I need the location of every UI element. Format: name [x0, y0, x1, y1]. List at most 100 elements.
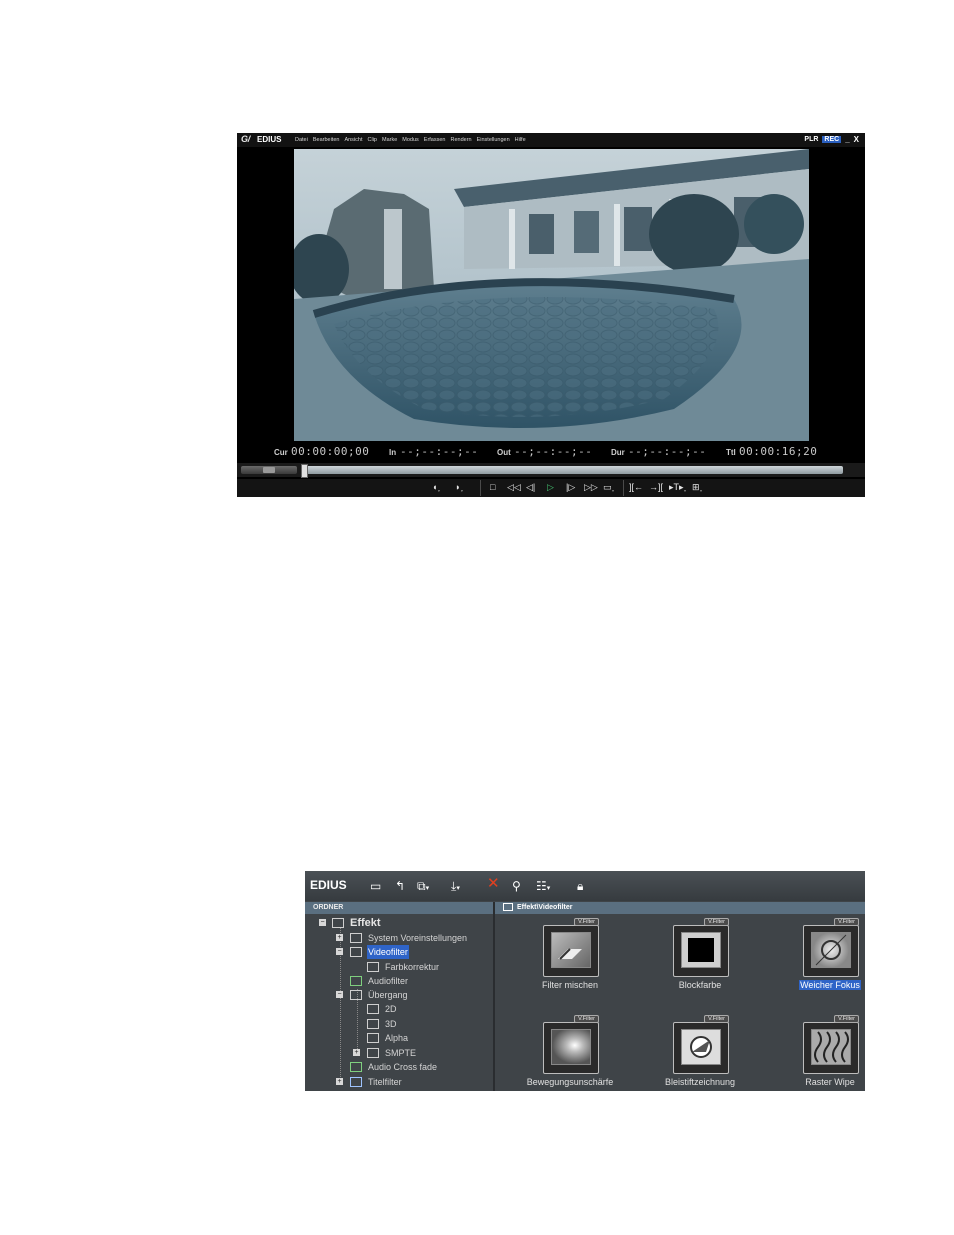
step-forward-icon[interactable]: |▷	[566, 482, 575, 493]
set-out-icon[interactable]: ◗˯	[455, 482, 463, 493]
collapse-icon[interactable]: −	[319, 919, 326, 926]
fast-forward-icon[interactable]: ▷▷	[584, 482, 598, 493]
menu-bearbeiten[interactable]: Bearbeiten	[313, 137, 340, 143]
expand-icon[interactable]: +	[353, 1049, 360, 1056]
bin-window: EDIUS ▭ ↰ ⧉▾ ⤓▾ ✕ ⚲ ☷▾ 🔒︎ ORDNER Effekt\…	[305, 871, 865, 1091]
split-icon[interactable]: ▸T▸˯	[669, 482, 687, 493]
expand-icon[interactable]: +	[336, 934, 343, 941]
menu-ansicht[interactable]: Ansicht	[344, 137, 362, 143]
motion-blur-icon: V.Filter	[541, 1014, 599, 1074]
filter-mix-icon: V.Filter	[541, 917, 599, 977]
rewind-icon[interactable]: ◁◁	[507, 482, 521, 493]
export-icon[interactable]: ⊞˯	[692, 482, 703, 493]
collapse-icon[interactable]: −	[336, 991, 343, 998]
rec-button[interactable]: REC	[822, 136, 842, 143]
tree-label: Übergang	[368, 990, 408, 1000]
vfilter-tag: V.Filter	[574, 918, 599, 926]
vfilter-tag: V.Filter	[834, 1015, 859, 1023]
tree-label: Videofilter	[367, 945, 409, 959]
effect-preview	[811, 1029, 851, 1065]
menu-rendern[interactable]: Rendern	[451, 137, 472, 143]
set-in-icon[interactable]: ◖˯	[432, 482, 440, 493]
effect-preview	[681, 1029, 721, 1065]
effect-tile-filter-mischen[interactable]: V.Filter Filter mischen	[505, 917, 625, 997]
video-preview	[294, 149, 809, 441]
tree-label: 2D	[385, 1004, 397, 1014]
menu-einstellungen[interactable]: Einstellungen	[477, 137, 510, 143]
plr-button[interactable]: PLR	[804, 136, 818, 143]
effect-preview	[551, 932, 591, 968]
timecode-bar: Cur 00:00:00;00 In --;--:--;-- Out --;--…	[237, 444, 865, 460]
folder-icon	[367, 962, 379, 972]
collapse-icon[interactable]: −	[336, 948, 343, 955]
folder-icon	[367, 1004, 379, 1014]
effect-name: Bewegungsunschärfe	[526, 1077, 614, 1087]
menu-bar: G/ EDIUS Datei Bearbeiten Ansicht Clip M…	[237, 133, 865, 147]
effect-tile-bewegungsunschaerfe[interactable]: V.Filter Bewegungsunschärfe	[505, 1014, 625, 1091]
play-icon[interactable]: ▷	[547, 482, 554, 493]
menu-datei[interactable]: Datei	[295, 137, 308, 143]
tree-label: Audiofilter	[368, 976, 409, 986]
dur-timecode[interactable]: --;--:--;--	[628, 445, 706, 458]
cur-timecode[interactable]: 00:00:00;00	[291, 445, 369, 458]
overwrite-icon[interactable]: →][	[649, 482, 663, 493]
block-color-icon: V.Filter	[671, 917, 729, 977]
app-logo: EDIUS	[257, 135, 282, 144]
vfilter-tag: V.Filter	[574, 1015, 599, 1023]
new-folder-icon[interactable]: ▭	[370, 879, 381, 893]
film-frame	[543, 1022, 599, 1074]
effect-tile-raster-wipe[interactable]: V.Filter Raster Wipe	[765, 1014, 865, 1091]
expand-icon[interactable]: +	[336, 1078, 343, 1085]
tree-label: Effekt	[350, 917, 381, 929]
mode-controls: PLR REC _ X	[804, 135, 859, 144]
effect-name: Weicher Fokus	[765, 980, 865, 990]
folder-icon	[367, 1048, 379, 1058]
playhead-handle[interactable]	[301, 464, 308, 478]
effect-tile-blockfarbe[interactable]: V.Filter Blockfarbe	[635, 917, 755, 997]
audio-folder-icon	[350, 976, 362, 986]
menu-marke[interactable]: Marke	[382, 137, 397, 143]
shuttle-slider[interactable]	[241, 466, 297, 474]
menu-erfassen[interactable]: Erfassen	[424, 137, 446, 143]
tree-label: System Voreinstellungen	[368, 933, 468, 943]
menu-list: Datei Bearbeiten Ansicht Clip Marke Modu…	[295, 137, 526, 143]
close-button[interactable]: X	[854, 135, 859, 144]
vfilter-tag: V.Filter	[704, 918, 729, 926]
effect-preview	[811, 932, 851, 968]
out-timecode[interactable]: --;--:--;--	[514, 445, 592, 458]
gv-logo-icon: G/	[241, 134, 250, 144]
film-frame	[803, 1022, 859, 1074]
effect-preview	[681, 932, 721, 968]
effect-tile-weicher-fokus[interactable]: V.Filter Weicher Fokus	[765, 917, 865, 997]
menu-hilfe[interactable]: Hilfe	[515, 137, 526, 143]
up-folder-icon[interactable]: ↰	[395, 879, 405, 893]
loop-icon[interactable]: ▭˯	[603, 482, 615, 493]
effect-preview	[551, 1029, 591, 1065]
menu-clip[interactable]: Clip	[368, 137, 377, 143]
folder-icon	[367, 1033, 379, 1043]
lock-icon[interactable]: 🔒︎	[577, 879, 583, 893]
vfilter-tag: V.Filter	[704, 1015, 729, 1023]
shuttle-thumb[interactable]	[263, 467, 275, 473]
add-clip-icon[interactable]: ⧉▾	[417, 879, 429, 896]
view-mode-icon[interactable]: ☷▾	[536, 879, 550, 896]
playback-controls: ◖˯ ◗˯ □ ◁◁ ◁| ▷ |▷ ▷▷ ▭˯ ][← →][ ▸T▸˯ ⊞˯	[237, 479, 865, 497]
in-timecode[interactable]: --;--:--;--	[400, 445, 478, 458]
separator	[623, 480, 624, 496]
search-icon[interactable]: ⚲	[512, 879, 521, 893]
effect-name: Blockfarbe	[678, 980, 722, 990]
minimize-button[interactable]: _	[845, 135, 849, 144]
pencil-sketch-icon: V.Filter	[671, 1014, 729, 1074]
tree-label: Titelfilter	[368, 1077, 402, 1087]
step-back-icon[interactable]: ◁|	[526, 482, 535, 493]
position-slider[interactable]	[301, 466, 843, 474]
insert-icon[interactable]: ][←	[629, 482, 643, 493]
dur-label: Dur	[611, 448, 625, 457]
stop-icon[interactable]: □	[490, 482, 495, 493]
delete-icon[interactable]: ✕	[487, 876, 500, 891]
effect-tile-bleistiftzeichnung[interactable]: V.Filter Bleistiftzeichnung	[635, 1014, 755, 1091]
in-label: In	[389, 448, 397, 457]
lens-graphic-icon	[815, 934, 847, 966]
import-icon[interactable]: ⤓▾	[451, 879, 460, 896]
menu-modus[interactable]: Modus	[402, 137, 419, 143]
